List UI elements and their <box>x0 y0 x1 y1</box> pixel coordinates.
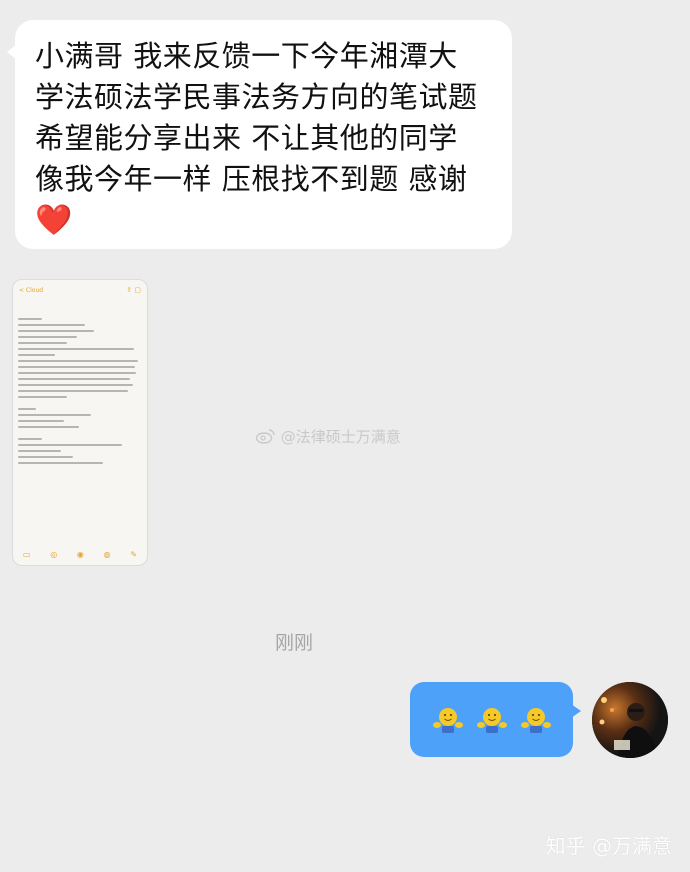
incoming-message-text: 小满哥 我来反馈一下今年湘潭大 学法硕法学民事法务方向的笔试题 希望能分享出来 … <box>35 39 478 196</box>
checklist-icon: ◎ <box>50 549 58 559</box>
compose-icon: ✎ <box>130 549 138 559</box>
notes-top-bar: < Cloud ⇪ ▢ <box>13 280 147 300</box>
incoming-message-bubble[interactable]: 小满哥 我来反馈一下今年湘潭大 学法硕法学民事法务方向的笔试题 希望能分享出来 … <box>7 20 512 249</box>
hug-emoji <box>432 707 463 733</box>
pen-icon: ◍ <box>103 549 111 559</box>
notes-share-icon: ⇪ ▢ <box>126 286 141 294</box>
notes-content-lines <box>18 314 140 468</box>
outgoing-message-bubble[interactable] <box>410 682 581 757</box>
bubble-tail <box>7 44 17 60</box>
bubble-tail <box>571 704 581 718</box>
avatar-photo <box>592 682 668 758</box>
weibo-icon <box>255 429 275 444</box>
watermark-text: @法律硕士万满意 <box>280 428 401 446</box>
heart-emoji: ❤️ <box>35 203 73 238</box>
hug-emoji <box>520 707 551 733</box>
camera-icon: ◉ <box>76 549 84 559</box>
weibo-watermark: @法律硕士万满意 <box>255 426 401 447</box>
message-timestamp: 刚刚 <box>274 632 313 654</box>
image-message-notes-screenshot[interactable]: < Cloud ⇪ ▢ ▭ ◎ ◉ ◍ ✎ <box>12 279 148 566</box>
zhihu-watermark: 知乎 @万满意 <box>545 834 672 858</box>
notes-back-label: < Cloud <box>19 286 44 294</box>
hug-emoji <box>476 707 507 733</box>
user-avatar[interactable] <box>592 682 668 758</box>
trash-icon: ▭ <box>22 549 31 559</box>
notes-bottom-toolbar: ▭ ◎ ◉ ◍ ✎ <box>13 543 147 565</box>
